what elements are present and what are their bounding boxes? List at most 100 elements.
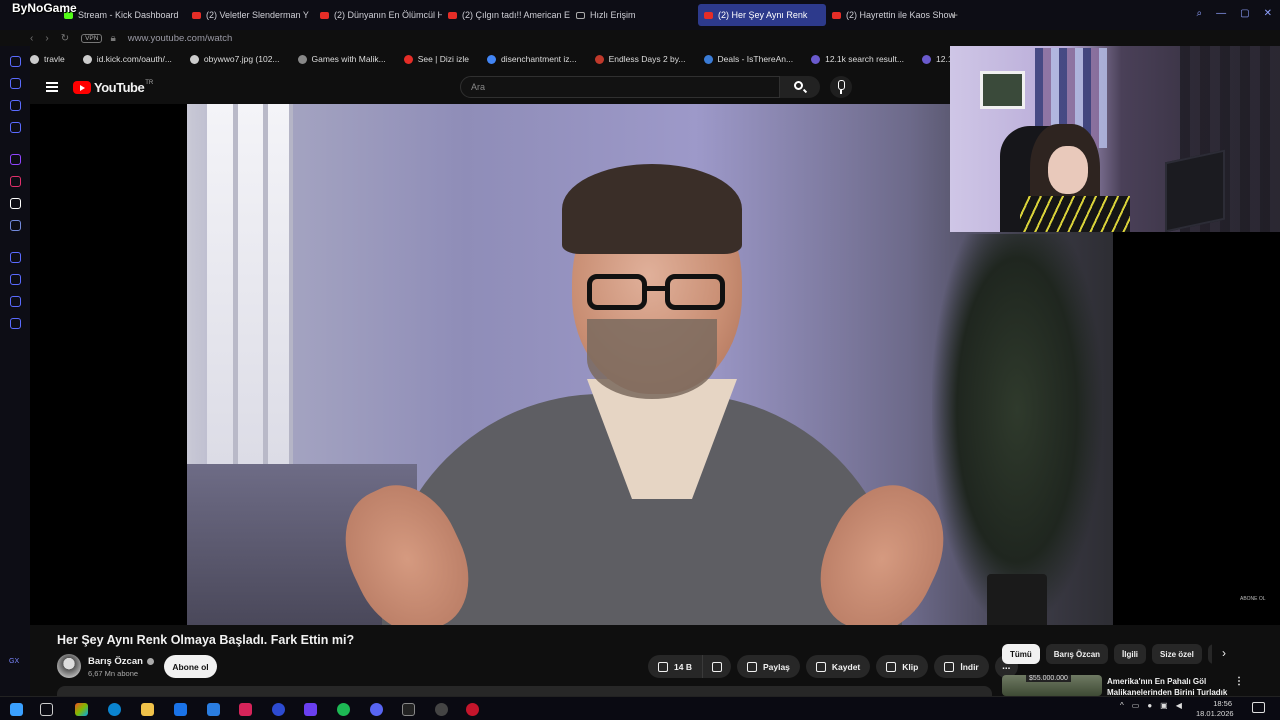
bookmark-item[interactable]: Endless Days 2 by... <box>594 54 686 64</box>
app-icon[interactable] <box>174 703 187 716</box>
microphone-icon[interactable]: ● <box>1147 701 1152 710</box>
recommendation-menu-icon[interactable]: ⋮ <box>1234 676 1244 687</box>
windows-taskbar: ^ ▭ ● ▣ ◀ 18:56 18.01.2026 <box>0 696 1280 720</box>
tab-dunyanin[interactable]: (2) Dünyanın En Ölümcül H <box>314 4 442 26</box>
tab-hayrettin[interactable]: (2) Hayrettin ile Kaos Show <box>826 4 954 26</box>
play-icon <box>403 54 413 64</box>
tab-veletler[interactable]: (2) Veletler Slenderman Y <box>186 4 314 26</box>
file-explorer-icon[interactable] <box>141 703 154 716</box>
menu-icon[interactable] <box>46 82 58 92</box>
bookmark-item[interactable]: travle <box>30 54 65 64</box>
vpn-badge[interactable]: VPN <box>81 33 103 43</box>
restore-icon[interactable]: ▢ <box>1240 8 1249 19</box>
chevron-up-icon[interactable]: ^ <box>1120 701 1124 710</box>
chip-for-you[interactable]: Size özel <box>1152 644 1202 664</box>
back-icon[interactable]: ‹ <box>30 33 33 44</box>
twitch-icon[interactable] <box>10 154 21 165</box>
monitor-icon[interactable]: ▭ <box>1132 701 1140 710</box>
history-icon[interactable] <box>10 274 21 285</box>
epic-games-icon[interactable] <box>402 703 415 716</box>
clip-button[interactable]: Klip <box>876 655 929 678</box>
tab-her-sey-ayni-renk[interactable]: (2) Her Şey Aynı Renk <box>698 4 826 26</box>
bookmark-label: obywwo7.jpg (102... <box>203 54 280 64</box>
minimize-icon[interactable]: — <box>1216 8 1226 19</box>
chip-partial[interactable]: Sc <box>1207 644 1212 664</box>
m-icon[interactable] <box>10 122 21 133</box>
x-icon[interactable] <box>10 198 21 209</box>
plant-backdrop <box>932 234 1102 625</box>
instagram-icon[interactable] <box>10 176 21 187</box>
notification-icon[interactable] <box>1252 702 1265 713</box>
bookmark-item[interactable]: disenchantment iz... <box>487 54 577 64</box>
recommendation-title[interactable]: Amerika'nın En Pahalı Göl Malikanelerind… <box>1107 676 1232 696</box>
reload-icon[interactable]: ↻ <box>61 33 69 44</box>
chip-channel[interactable]: Barış Özcan <box>1045 644 1109 664</box>
messenger-icon[interactable] <box>10 100 21 111</box>
tab-label: (2) Her Şey Aynı Renk <box>718 10 808 20</box>
chevron-right-icon[interactable]: › <box>1222 646 1226 660</box>
recommendation-chips: Tümü Barış Özcan İlgili Size özel Sc <box>1002 644 1212 664</box>
discord-icon[interactable] <box>10 220 21 231</box>
flow-icon[interactable] <box>10 78 21 89</box>
search-tabs-icon[interactable]: ⌕ <box>1197 8 1203 19</box>
download-icon <box>944 661 955 672</box>
dislike-button[interactable] <box>702 655 731 678</box>
new-tab-button[interactable]: + <box>951 8 958 22</box>
task-view-icon[interactable] <box>40 703 53 716</box>
recommendation-thumbnail[interactable]: $55.000.000 <box>1002 675 1102 696</box>
app-icon[interactable] <box>239 703 252 716</box>
tab-cilgin[interactable]: (2) Çılgın tadı!! American E <box>442 4 570 26</box>
clock[interactable]: 18:56 18.01.2026 <box>1196 699 1234 719</box>
tab-strip: Stream - Kick Dashboard (2) Veletler Sle… <box>58 4 954 26</box>
video-title: Her Şey Aynı Renk Olmaya Başladı. Fark E… <box>57 633 355 647</box>
bookmark-item[interactable]: Games with Malik... <box>297 54 386 64</box>
forward-icon[interactable]: › <box>45 33 48 44</box>
mail-icon[interactable] <box>207 703 220 716</box>
channel-name[interactable]: Barış Özcan <box>88 656 154 667</box>
page-icon <box>82 54 92 64</box>
game-icon <box>594 54 604 64</box>
channel-avatar[interactable] <box>57 654 81 678</box>
bookmark-item[interactable]: Deals - IsThereAn... <box>703 54 793 64</box>
youtube-logo[interactable]: YouTube TR <box>73 80 153 95</box>
app-icon[interactable] <box>272 703 285 716</box>
close-icon[interactable]: ✕ <box>1264 8 1272 19</box>
chip-related[interactable]: İlgili <box>1114 644 1147 664</box>
edge-icon[interactable] <box>108 703 121 716</box>
obs-icon[interactable] <box>435 703 448 716</box>
bookmark-item[interactable]: obywwo7.jpg (102... <box>189 54 280 64</box>
network-icon[interactable]: ▣ <box>1160 701 1168 710</box>
bookmark-item[interactable]: 12.1k search res <box>922 54 950 64</box>
description-box[interactable] <box>57 686 992 696</box>
download-button[interactable]: İndir <box>934 655 989 678</box>
url-field[interactable]: www.youtube.com/watch <box>128 33 233 44</box>
verified-icon <box>146 658 154 665</box>
search-input[interactable]: Ara <box>460 76 780 98</box>
opera-gx-icon[interactable] <box>466 703 479 716</box>
start-icon[interactable] <box>10 703 23 716</box>
bookmark-item[interactable]: id.kick.com/oauth/... <box>82 54 172 64</box>
settings-icon[interactable] <box>10 318 21 329</box>
spotify-icon[interactable] <box>337 703 350 716</box>
subscribe-watermark[interactable]: ABONE OL <box>1240 596 1266 602</box>
like-button[interactable]: 14 B <box>648 655 703 678</box>
discord-icon[interactable] <box>370 703 383 716</box>
copilot-icon[interactable] <box>75 703 88 716</box>
chip-all[interactable]: Tümü <box>1002 644 1040 664</box>
volume-icon[interactable]: ◀ <box>1176 701 1182 710</box>
clip-label: Klip <box>902 661 919 672</box>
tab-hizli-erisim[interactable]: Hızlı Erişim <box>570 4 698 26</box>
player-icon[interactable] <box>10 252 21 263</box>
search-button[interactable] <box>780 76 820 98</box>
speed-dial-icon[interactable] <box>10 56 21 67</box>
bookmark-item[interactable]: See | Dizi izle <box>403 54 469 64</box>
save-button[interactable]: Kaydet <box>805 655 871 678</box>
voice-search-button[interactable] <box>830 76 852 98</box>
bookmark-item[interactable]: 12.1k search result... <box>811 54 904 64</box>
picture-frame <box>980 71 1025 109</box>
subscribe-button[interactable]: Abone ol <box>164 655 217 678</box>
app-icon[interactable] <box>304 703 317 716</box>
extensions-icon[interactable] <box>10 296 21 307</box>
address-bar: ‹ › ↻ VPN 🔒︎ www.youtube.com/watch <box>30 30 950 46</box>
share-button[interactable]: Paylaş <box>736 655 800 678</box>
